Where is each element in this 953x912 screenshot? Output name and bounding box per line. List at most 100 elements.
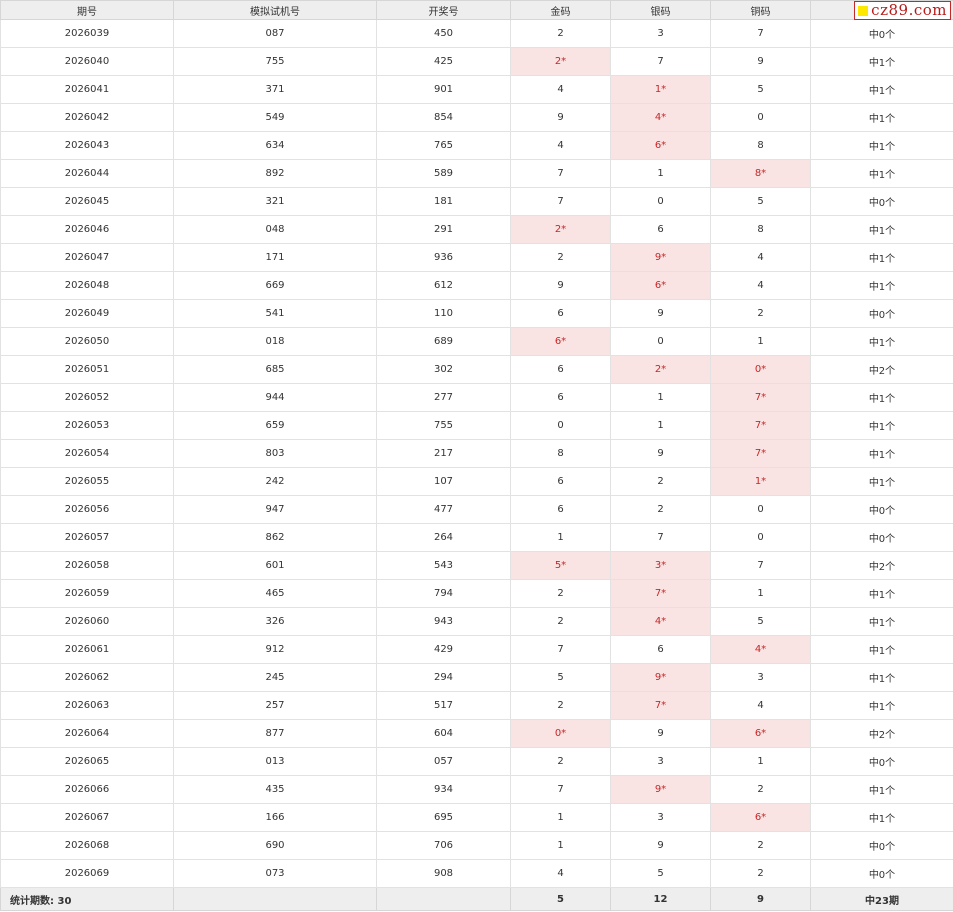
result-cell: 中1个 <box>810 691 953 720</box>
issue-cell: 2026061 <box>0 635 174 664</box>
copper-cell: 3 <box>710 663 811 692</box>
result-cell: 中2个 <box>810 355 953 384</box>
table-row: 2026057 862 264 1 7 0 中0个 <box>0 523 953 552</box>
copper-cell: 0* <box>710 355 811 384</box>
logo-text: cz89.com <box>871 1 947 19</box>
silver-cell: 9* <box>610 663 711 692</box>
copper-cell: 6* <box>710 719 811 748</box>
gold-cell: 7 <box>510 187 611 216</box>
table-row: 2026069 073 908 4 5 2 中0个 <box>0 859 953 888</box>
summary-empty-draw <box>376 887 511 911</box>
gold-cell: 2 <box>510 691 611 720</box>
sim-cell: 048 <box>173 215 377 244</box>
result-cell: 中1个 <box>810 635 953 664</box>
draw-cell: 110 <box>376 299 511 328</box>
silver-cell: 0 <box>610 327 711 356</box>
sim-cell: 013 <box>173 747 377 776</box>
sim-cell: 803 <box>173 439 377 468</box>
silver-cell: 9* <box>610 775 711 804</box>
issue-cell: 2026062 <box>0 663 174 692</box>
draw-cell: 794 <box>376 579 511 608</box>
result-cell: 中1个 <box>810 103 953 132</box>
gold-cell: 0 <box>510 411 611 440</box>
result-cell: 中1个 <box>810 159 953 188</box>
copper-cell: 0 <box>710 523 811 552</box>
result-cell: 中1个 <box>810 775 953 804</box>
table-row: 2026067 166 695 1 3 6* 中1个 <box>0 803 953 832</box>
col-header-draw: 开奖号 <box>376 0 511 20</box>
sim-cell: 755 <box>173 47 377 76</box>
result-cell: 中1个 <box>810 803 953 832</box>
sim-cell: 166 <box>173 803 377 832</box>
gold-cell: 2* <box>510 215 611 244</box>
silver-cell: 1 <box>610 411 711 440</box>
sim-cell: 659 <box>173 411 377 440</box>
copper-cell: 0 <box>710 103 811 132</box>
draw-cell: 695 <box>376 803 511 832</box>
col-header-gold: 金码 <box>510 0 611 20</box>
draw-cell: 264 <box>376 523 511 552</box>
issue-cell: 2026064 <box>0 719 174 748</box>
copper-cell: 5 <box>710 75 811 104</box>
draw-cell: 934 <box>376 775 511 804</box>
table-footer: 统计期数: 30 5 12 9 中23期 <box>0 887 953 911</box>
silver-cell: 2 <box>610 467 711 496</box>
result-cell: 中0个 <box>810 299 953 328</box>
summary-silver-count: 12 <box>610 887 711 911</box>
copper-cell: 4 <box>710 691 811 720</box>
result-cell: 中1个 <box>810 663 953 692</box>
result-cell: 中0个 <box>810 19 953 48</box>
table-row: 2026048 669 612 9 6* 4 中1个 <box>0 271 953 300</box>
copper-cell: 1* <box>710 467 811 496</box>
gold-cell: 2 <box>510 607 611 636</box>
copper-cell: 8 <box>710 215 811 244</box>
table-row: 2026053 659 755 0 1 7* 中1个 <box>0 411 953 440</box>
silver-cell: 9 <box>610 439 711 468</box>
draw-cell: 689 <box>376 327 511 356</box>
summary-label: 统计期数: 30 <box>0 887 174 911</box>
draw-cell: 943 <box>376 607 511 636</box>
results-table: 期号 模拟试机号 开奖号 金码 银码 铜码 2026039 087 450 2 3 7 中0… <box>0 0 953 911</box>
summary-copper-count: 9 <box>710 887 811 911</box>
gold-cell: 9 <box>510 103 611 132</box>
col-header-issue: 期号 <box>0 0 174 20</box>
silver-cell: 7* <box>610 579 711 608</box>
summary-row: 统计期数: 30 5 12 9 中23期 <box>0 887 953 911</box>
draw-cell: 589 <box>376 159 511 188</box>
issue-cell: 2026057 <box>0 523 174 552</box>
result-cell: 中0个 <box>810 495 953 524</box>
draw-cell: 302 <box>376 355 511 384</box>
result-cell: 中0个 <box>810 523 953 552</box>
sim-cell: 326 <box>173 607 377 636</box>
result-cell: 中1个 <box>810 327 953 356</box>
gold-cell: 2* <box>510 47 611 76</box>
gold-cell: 6 <box>510 355 611 384</box>
copper-cell: 4 <box>710 243 811 272</box>
silver-cell: 3 <box>610 747 711 776</box>
copper-cell: 2 <box>710 299 811 328</box>
silver-cell: 4* <box>610 607 711 636</box>
gold-cell: 5 <box>510 663 611 692</box>
table-row: 2026068 690 706 1 9 2 中0个 <box>0 831 953 860</box>
copper-cell: 2 <box>710 859 811 888</box>
gold-cell: 5* <box>510 551 611 580</box>
silver-cell: 2* <box>610 355 711 384</box>
draw-cell: 908 <box>376 859 511 888</box>
draw-cell: 477 <box>376 495 511 524</box>
draw-cell: 543 <box>376 551 511 580</box>
draw-cell: 181 <box>376 187 511 216</box>
silver-cell: 0 <box>610 187 711 216</box>
site-watermark: cz89.com <box>854 1 951 20</box>
silver-cell: 3 <box>610 803 711 832</box>
sim-cell: 073 <box>173 859 377 888</box>
sim-cell: 245 <box>173 663 377 692</box>
draw-cell: 854 <box>376 103 511 132</box>
result-cell: 中1个 <box>810 439 953 468</box>
table-row: 2026047 171 936 2 9* 4 中1个 <box>0 243 953 272</box>
table-row: 2026039 087 450 2 3 7 中0个 <box>0 19 953 48</box>
result-cell: 中0个 <box>810 747 953 776</box>
copper-cell: 1 <box>710 747 811 776</box>
gold-cell: 2 <box>510 579 611 608</box>
gold-cell: 1 <box>510 803 611 832</box>
table-row: 2026041 371 901 4 1* 5 中1个 <box>0 75 953 104</box>
